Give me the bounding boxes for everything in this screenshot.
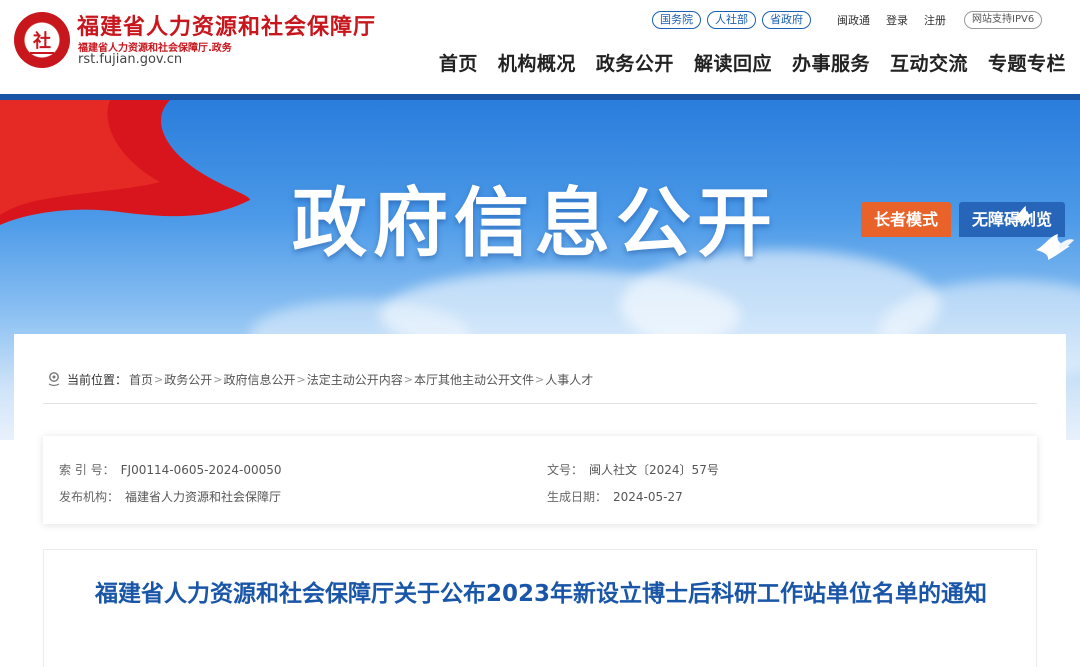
link-provincial-gov[interactable]: 省政府 xyxy=(762,11,811,29)
article-title: 福建省人力资源和社会保障厅关于公布2023年新设立博士后科研工作站单位名单的通知 xyxy=(94,581,987,607)
document-meta-box: 索 引 号： FJ00114-0605-2024-00050 文号： 闽人社文〔20… xyxy=(43,436,1037,524)
breadcrumb-separator: > xyxy=(213,372,223,386)
breadcrumb-separator: > xyxy=(534,372,545,386)
red-flag-icon xyxy=(0,100,250,225)
register-link[interactable]: 注册 xyxy=(924,12,946,28)
main-nav: 首页 机构概况 政务公开 解读回应 办事服务 互动交流 专题专栏 xyxy=(419,49,1066,76)
link-mohrss[interactable]: 人社部 xyxy=(707,11,756,29)
meta-index-value: FJ00114-0605-2024-00050 xyxy=(120,463,282,477)
breadcrumb-personnel[interactable]: 人事人才 xyxy=(545,371,593,388)
top-links: 国务院 人社部 省政府 闽政通 登录 注册 网站支持IPV6 xyxy=(652,11,1043,29)
nav-topics[interactable]: 专题专栏 xyxy=(988,49,1066,76)
nav-interaction[interactable]: 互动交流 xyxy=(890,49,968,76)
svg-text:社: 社 xyxy=(33,30,51,52)
nav-gov-affairs[interactable]: 政务公开 xyxy=(596,49,674,76)
nav-interpretation[interactable]: 解读回应 xyxy=(694,49,772,76)
site-domain: rst.fujian.gov.cn xyxy=(78,52,183,67)
nav-organization[interactable]: 机构概况 xyxy=(498,49,576,76)
site-header: 社 福建省人力资源和社会保障厅 福建省人力资源和社会保障厅.政务 rst.fuj… xyxy=(0,0,1080,95)
location-pin-icon xyxy=(48,372,60,387)
breadcrumb-gov-affairs[interactable]: 政务公开 xyxy=(164,371,212,388)
meta-index-key: 索 引 号： xyxy=(59,463,115,477)
meta-date-key: 生成日期： xyxy=(547,490,608,504)
banner-title: 政府信息公开 xyxy=(292,179,779,267)
meta-index-number: 索 引 号： FJ00114-0605-2024-00050 xyxy=(59,461,282,478)
breadcrumb-home[interactable]: 首页 xyxy=(129,371,153,388)
breadcrumb: 当前位置： 首页 > 政务公开 > 政府信息公开 > 法定主动公开内容 > 本厅… xyxy=(47,370,593,388)
meta-publisher-value: 福建省人力资源和社会保障厅 xyxy=(125,490,282,504)
meta-docno-value: 闽人社文〔2024〕57号 xyxy=(589,463,719,477)
nav-services[interactable]: 办事服务 xyxy=(792,49,870,76)
meta-publisher: 发布机构： 福建省人力资源和社会保障厅 xyxy=(59,488,281,505)
nav-home[interactable]: 首页 xyxy=(439,49,478,76)
dove-icon xyxy=(1036,234,1074,260)
meta-publisher-key: 发布机构： xyxy=(59,490,120,504)
content-panel: 当前位置： 首页 > 政务公开 > 政府信息公开 > 法定主动公开内容 > 本厅… xyxy=(14,334,1066,667)
site-title[interactable]: 福建省人力资源和社会保障厅 xyxy=(77,9,376,41)
emblem-logo-icon[interactable]: 社 xyxy=(14,12,70,68)
meta-docno-key: 文号： xyxy=(547,463,584,477)
breadcrumb-separator: > xyxy=(403,372,413,386)
breadcrumb-label: 当前位置： xyxy=(67,372,128,387)
link-state-council[interactable]: 国务院 xyxy=(652,11,701,29)
article-box: 福建省人力资源和社会保障厅关于公布2023年新设立博士后科研工作站单位名单的通知 xyxy=(43,549,1037,667)
breadcrumb-separator: > xyxy=(296,372,306,386)
login-link[interactable]: 登录 xyxy=(886,12,908,28)
dove-icon xyxy=(1014,206,1032,224)
breadcrumb-info-disclosure[interactable]: 政府信息公开 xyxy=(223,371,295,388)
breadcrumb-other-files[interactable]: 本厅其他主动公开文件 xyxy=(414,371,534,388)
breadcrumb-statutory[interactable]: 法定主动公开内容 xyxy=(307,371,403,388)
breadcrumb-separator: > xyxy=(154,372,164,386)
meta-document-number: 文号： 闽人社文〔2024〕57号 xyxy=(547,461,719,478)
meta-date: 生成日期： 2024-05-27 xyxy=(547,488,683,505)
breadcrumb-divider xyxy=(43,403,1037,404)
elder-mode-button[interactable]: 长者模式 xyxy=(861,202,951,237)
link-minzhengtong[interactable]: 闽政通 xyxy=(837,12,870,28)
meta-date-value: 2024-05-27 xyxy=(613,490,683,504)
ipv6-badge: 网站支持IPV6 xyxy=(964,11,1043,29)
